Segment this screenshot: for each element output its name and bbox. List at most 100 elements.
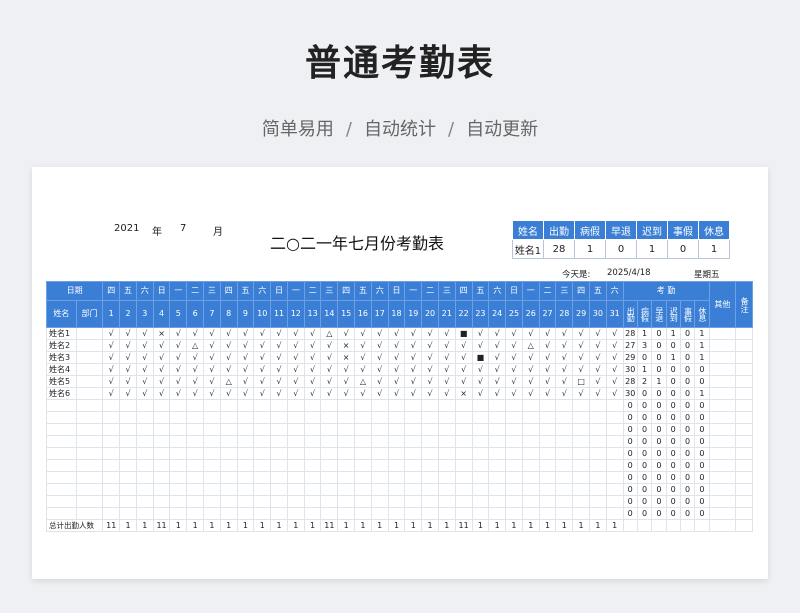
attendance-mark[interactable]: √ (437, 351, 456, 364)
empty-cell[interactable] (286, 411, 305, 424)
empty-cell[interactable] (370, 483, 389, 496)
other-cell[interactable] (708, 327, 737, 340)
attendance-mark[interactable]: √ (521, 363, 540, 376)
attendance-mark[interactable]: √ (135, 351, 154, 364)
attendance-mark[interactable]: √ (421, 351, 439, 364)
empty-cell[interactable] (135, 471, 154, 484)
empty-cell[interactable] (320, 399, 339, 412)
empty-cell[interactable] (152, 483, 171, 496)
empty-cell[interactable] (236, 399, 255, 412)
empty-cell[interactable] (102, 495, 121, 508)
empty-cell[interactable] (555, 399, 574, 412)
empty-cell[interactable] (588, 495, 607, 508)
empty-cell[interactable] (437, 507, 456, 520)
attendance-mark[interactable]: √ (421, 327, 439, 340)
attendance-mark[interactable]: √ (203, 327, 221, 340)
empty-cell[interactable] (488, 435, 507, 448)
empty-cell[interactable] (75, 483, 104, 496)
empty-cell[interactable] (320, 495, 339, 508)
empty-cell[interactable] (437, 459, 456, 472)
empty-cell[interactable] (286, 399, 305, 412)
empty-cell[interactable] (186, 447, 205, 460)
attendance-mark[interactable]: √ (471, 387, 490, 400)
empty-cell[interactable] (270, 459, 288, 472)
empty-cell[interactable] (370, 471, 389, 484)
attendance-mark[interactable]: √ (605, 327, 624, 340)
attendance-mark[interactable]: √ (454, 363, 473, 376)
attendance-mark[interactable]: √ (538, 363, 557, 376)
empty-cell[interactable] (471, 411, 490, 424)
attendance-mark[interactable]: √ (186, 363, 205, 376)
empty-cell[interactable] (521, 423, 540, 436)
attendance-mark[interactable]: √ (303, 387, 322, 400)
empty-cell[interactable] (488, 495, 507, 508)
empty-cell[interactable] (135, 411, 154, 424)
other-cell[interactable] (708, 387, 737, 400)
attendance-mark[interactable]: √ (119, 375, 137, 388)
attendance-mark[interactable]: √ (370, 375, 389, 388)
attendance-mark[interactable]: √ (186, 351, 205, 364)
attendance-mark[interactable]: √ (488, 363, 507, 376)
empty-cell[interactable] (538, 495, 557, 508)
empty-cell[interactable] (119, 435, 137, 448)
empty-cell[interactable] (572, 435, 590, 448)
attendance-mark[interactable]: √ (320, 339, 339, 352)
empty-cell[interactable] (555, 435, 574, 448)
attendance-mark[interactable]: √ (219, 327, 238, 340)
empty-cell[interactable] (303, 495, 322, 508)
other-cell[interactable] (708, 435, 737, 448)
empty-cell[interactable] (102, 459, 121, 472)
attendance-mark[interactable]: √ (286, 351, 305, 364)
attendance-mark[interactable]: √ (505, 327, 523, 340)
empty-cell[interactable] (46, 459, 77, 472)
empty-cell[interactable] (152, 399, 171, 412)
empty-cell[interactable] (286, 423, 305, 436)
attendance-mark[interactable]: √ (488, 351, 507, 364)
attendance-mark[interactable]: √ (253, 363, 272, 376)
employee-name[interactable]: 姓名4 (46, 363, 77, 376)
attendance-mark[interactable]: √ (152, 351, 171, 364)
attendance-mark[interactable]: √ (471, 363, 490, 376)
year-value[interactable]: 2021 (114, 223, 139, 234)
empty-cell[interactable] (119, 507, 137, 520)
empty-cell[interactable] (135, 483, 154, 496)
empty-cell[interactable] (505, 507, 523, 520)
attendance-mark[interactable]: √ (572, 387, 590, 400)
empty-cell[interactable] (437, 495, 456, 508)
attendance-mark[interactable]: △ (354, 375, 372, 388)
empty-cell[interactable] (588, 459, 607, 472)
employee-name[interactable]: 姓名2 (46, 339, 77, 352)
empty-cell[interactable] (471, 399, 490, 412)
attendance-mark[interactable]: √ (555, 375, 574, 388)
other-cell[interactable] (708, 459, 737, 472)
empty-cell[interactable] (404, 495, 423, 508)
attendance-mark[interactable]: √ (572, 339, 590, 352)
empty-cell[interactable] (46, 507, 77, 520)
attendance-mark[interactable]: √ (169, 375, 188, 388)
empty-cell[interactable] (75, 423, 104, 436)
empty-cell[interactable] (203, 423, 221, 436)
empty-cell[interactable] (203, 459, 221, 472)
empty-cell[interactable] (521, 411, 540, 424)
empty-cell[interactable] (471, 423, 490, 436)
empty-cell[interactable] (521, 399, 540, 412)
attendance-mark[interactable]: √ (135, 375, 154, 388)
empty-cell[interactable] (303, 399, 322, 412)
empty-cell[interactable] (169, 507, 188, 520)
attendance-mark[interactable]: √ (555, 327, 574, 340)
empty-cell[interactable] (572, 447, 590, 460)
empty-cell[interactable] (286, 495, 305, 508)
empty-cell[interactable] (119, 411, 137, 424)
empty-cell[interactable] (169, 411, 188, 424)
attendance-mark[interactable]: √ (505, 339, 523, 352)
empty-cell[interactable] (203, 495, 221, 508)
empty-cell[interactable] (286, 459, 305, 472)
empty-cell[interactable] (286, 471, 305, 484)
attendance-mark[interactable]: √ (119, 351, 137, 364)
empty-cell[interactable] (119, 423, 137, 436)
empty-cell[interactable] (404, 483, 423, 496)
attendance-mark[interactable]: √ (572, 351, 590, 364)
attendance-mark[interactable]: △ (320, 327, 339, 340)
attendance-mark[interactable]: √ (605, 375, 624, 388)
employee-name[interactable]: 姓名1 (46, 327, 77, 340)
